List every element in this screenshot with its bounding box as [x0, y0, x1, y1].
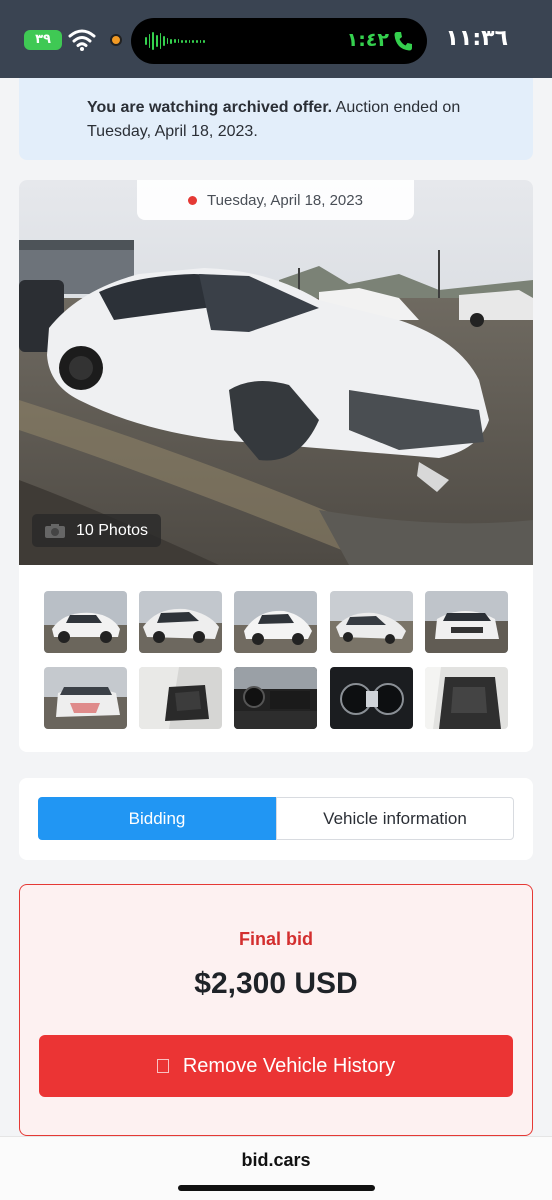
- url-text[interactable]: bid.cars: [0, 1150, 552, 1171]
- placeholder-icon: [156, 1059, 169, 1073]
- battery-level: ٣٩: [35, 32, 51, 47]
- wifi-icon: [68, 29, 96, 51]
- thumbnail-4[interactable]: [330, 591, 413, 653]
- thumbnail-8[interactable]: [234, 667, 317, 729]
- main-vehicle-photo[interactable]: Tuesday, April 18, 2023 10 Photos: [19, 180, 533, 565]
- photos-count-label: 10 Photos: [76, 521, 149, 539]
- camera-icon: [45, 523, 65, 538]
- phone-icon: [394, 32, 412, 51]
- final-bid-amount: $2,300 USD: [194, 967, 358, 1000]
- call-timer: ١:٤٢: [346, 29, 389, 51]
- home-indicator[interactable]: [178, 1185, 375, 1191]
- thumbnail-2[interactable]: [139, 591, 222, 653]
- photos-count-button[interactable]: 10 Photos: [32, 514, 161, 547]
- tab-bidding[interactable]: Bidding: [38, 797, 276, 840]
- thumbnail-5[interactable]: [425, 591, 508, 653]
- status-bar: ٣٩ ١:٤٢ ١١:٣٦: [0, 0, 552, 78]
- battery-charging-icon: ٣٩: [24, 30, 62, 50]
- thumbnail-1[interactable]: [44, 591, 127, 653]
- auction-date: Tuesday, April 18, 2023: [207, 191, 363, 209]
- remove-vehicle-history-button[interactable]: Remove Vehicle History: [39, 1035, 513, 1097]
- tab-vehicle-information[interactable]: Vehicle information: [276, 797, 514, 840]
- thumbnail-7[interactable]: [139, 667, 222, 729]
- dynamic-island[interactable]: ١:٤٢: [131, 18, 427, 64]
- final-bid-label: Final bid: [239, 929, 313, 949]
- browser-url-bar[interactable]: bid.cars: [0, 1136, 552, 1200]
- status-dot-icon: [188, 195, 198, 205]
- audio-wave-icon: [145, 32, 205, 50]
- archived-offer-notice: You are watching archived offer. Auction…: [19, 78, 533, 160]
- thumbnail-6[interactable]: [44, 667, 127, 729]
- thumbnail-grid: [44, 591, 508, 729]
- remove-vehicle-history-label: Remove Vehicle History: [182, 1054, 396, 1077]
- tabs-card: Bidding Vehicle information: [19, 778, 533, 860]
- clock: ١١:٣٦: [445, 26, 508, 51]
- thumbnail-9[interactable]: [330, 667, 413, 729]
- notice-bold-text: You are watching archived offer.: [87, 99, 333, 116]
- auction-date-pill: Tuesday, April 18, 2023: [137, 180, 414, 220]
- camera-indicator-icon: [110, 34, 122, 46]
- final-bid-card: Final bid $2,300 USD Remove Vehicle Hist…: [19, 884, 533, 1136]
- photo-gallery-card: Tuesday, April 18, 2023 10 Photos: [19, 180, 533, 752]
- thumbnail-10[interactable]: [425, 667, 508, 729]
- thumbnail-3[interactable]: [234, 591, 317, 653]
- car-photo-image: [19, 180, 533, 565]
